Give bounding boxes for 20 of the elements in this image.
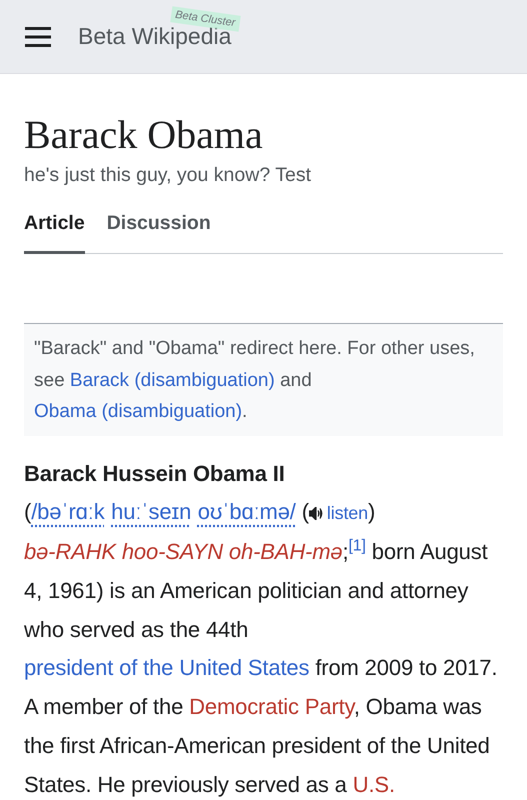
article-link[interactable]: Democratic Party [189, 694, 354, 720]
disambiguation-link[interactable]: Obama (disambiguation) [34, 401, 242, 422]
article-paragraph: Barack Hussein Obama II (/bəˈrɑːk huːˈseɪn oʊˈbɑːmə/ ( listen) bə-RAHK hoo-SAYN oh-BAH-mə;$^{[1]}$ born August 4, 1961) is an American politician and attorney who served as the 44th president of the United States from 2009 to 2017. A member of the Democratic Party, Obama was the first African-American president of the United States. He previously served as a U.S. [24, 460, 498, 799]
page-subtitle: he's just this guy, you know? Test [24, 164, 312, 187]
page-title: Barack Obama [24, 112, 264, 158]
article-link[interactable]: president of the United States [24, 655, 310, 680]
page-tab[interactable]: Discussion [106, 202, 211, 254]
disambiguation-link[interactable]: Barack (disambiguation) [70, 370, 275, 390]
ipa-link[interactable]: huːˈseɪn [111, 499, 192, 524]
listen-link[interactable]: listen [326, 503, 368, 524]
menu-icon[interactable] [25, 26, 51, 46]
pronunciation-respelling[interactable]: bə-RAHK hoo-SAYN oh- [24, 539, 260, 564]
page-tab[interactable]: Article [24, 202, 85, 254]
hatnote: "Barack" and "Obama" redirect here. For other uses, see Barack (disambiguation) and Obama (disambiguation). [24, 323, 503, 436]
ipa-link[interactable]: oʊˈbɑːmə/ [198, 499, 296, 524]
ipa-link[interactable]: /bəˈrɑːk [31, 499, 105, 524]
speaker-icon[interactable] [308, 507, 323, 520]
reference-link[interactable]: [1] [348, 538, 366, 555]
pronunciation-respelling[interactable]: BAH-mə [260, 539, 342, 564]
article-link[interactable]: U.S. [352, 772, 395, 797]
